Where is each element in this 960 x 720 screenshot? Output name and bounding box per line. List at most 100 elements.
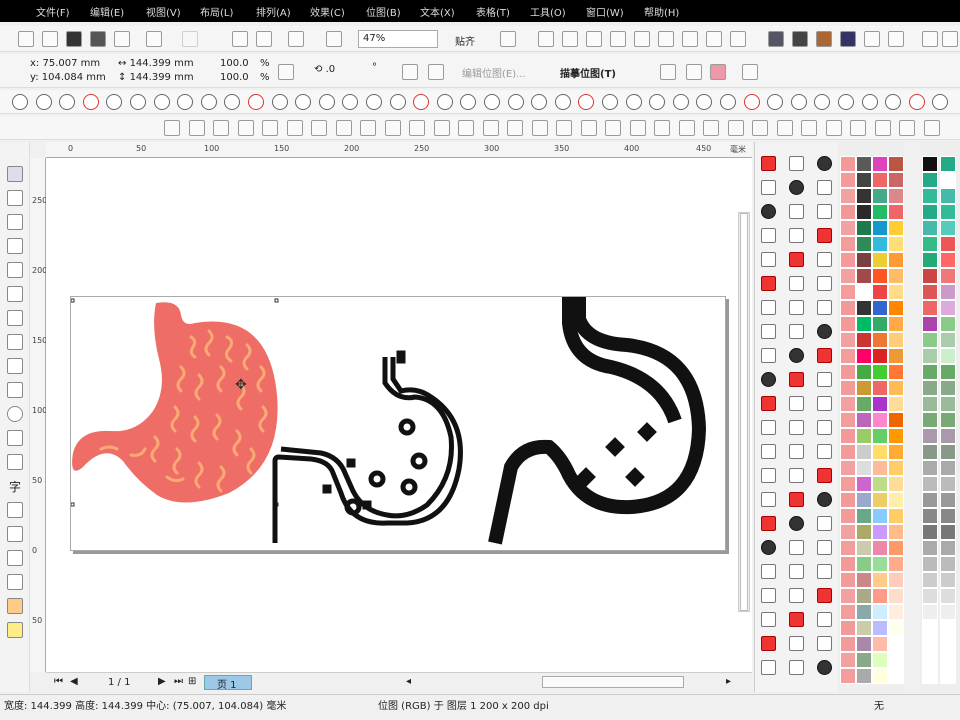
- export-icon[interactable]: [256, 31, 272, 47]
- color-swatch[interactable]: [872, 204, 888, 220]
- color-swatch[interactable]: [872, 220, 888, 236]
- rectangle-tool-icon[interactable]: [7, 382, 23, 398]
- app-launcher-icon[interactable]: [326, 31, 342, 47]
- interactive-fill-tool-icon[interactable]: [7, 598, 23, 614]
- custom-tool-icon[interactable]: [458, 120, 474, 136]
- custom-tool-icon[interactable]: [531, 120, 548, 136]
- docker-icon[interactable]: [817, 396, 832, 411]
- custom-tool-icon[interactable]: [188, 120, 205, 136]
- table-tool-icon[interactable]: [7, 502, 23, 518]
- custom-tool-icon[interactable]: [672, 94, 689, 110]
- color-swatch[interactable]: [922, 492, 938, 508]
- docker-icon[interactable]: [789, 204, 804, 219]
- docker-icon[interactable]: [789, 516, 804, 531]
- custom-tool-icon[interactable]: [366, 94, 382, 110]
- color-swatch[interactable]: [872, 636, 888, 652]
- color-swatch[interactable]: [940, 380, 956, 396]
- scroll-left-icon[interactable]: ◂: [406, 676, 411, 687]
- color-swatch[interactable]: [940, 316, 956, 332]
- color-swatch[interactable]: [856, 316, 872, 332]
- color-swatch[interactable]: [940, 492, 956, 508]
- docker-icon[interactable]: [817, 540, 832, 555]
- menu-view[interactable]: 视图(V): [146, 4, 181, 19]
- color-swatch[interactable]: [888, 492, 904, 508]
- custom-tool-icon[interactable]: [801, 120, 817, 136]
- color-swatch[interactable]: [872, 524, 888, 540]
- color-swatch[interactable]: [840, 460, 856, 476]
- custom-tool-icon[interactable]: [814, 94, 831, 110]
- color-swatch[interactable]: [888, 556, 904, 572]
- color-swatch[interactable]: [856, 332, 872, 348]
- color-swatch[interactable]: [872, 348, 888, 364]
- color-swatch[interactable]: [940, 348, 956, 364]
- custom-tool-icon[interactable]: [874, 120, 891, 136]
- color-swatch[interactable]: [940, 588, 956, 604]
- color-swatch[interactable]: [888, 476, 904, 492]
- color-swatch[interactable]: [940, 428, 956, 444]
- save-as-icon[interactable]: [90, 31, 106, 47]
- docker-icon[interactable]: [761, 444, 776, 459]
- color-swatch[interactable]: [840, 652, 856, 668]
- docker-icon[interactable]: [789, 372, 804, 387]
- color-swatch[interactable]: [872, 620, 888, 636]
- color-swatch[interactable]: [940, 188, 956, 204]
- color-swatch[interactable]: [856, 220, 872, 236]
- menu-window[interactable]: 窗口(W): [586, 4, 624, 19]
- color-swatch[interactable]: [888, 540, 904, 556]
- color-swatch[interactable]: [922, 236, 938, 252]
- custom-tool-icon[interactable]: [507, 120, 523, 136]
- color-swatch[interactable]: [888, 348, 904, 364]
- docker-icon[interactable]: [789, 324, 804, 339]
- color-swatch[interactable]: [856, 396, 872, 412]
- smart-fill-bucket-icon[interactable]: [7, 622, 23, 638]
- color-swatch[interactable]: [922, 556, 938, 572]
- color-swatch[interactable]: [888, 364, 904, 380]
- stomach-bold-icon[interactable]: [488, 297, 707, 545]
- color-swatch[interactable]: [888, 172, 904, 188]
- docker-icon[interactable]: [761, 564, 776, 579]
- docker-icon[interactable]: [789, 660, 804, 675]
- color-swatch[interactable]: [856, 604, 872, 620]
- color-swatch[interactable]: [922, 364, 938, 380]
- docker-icon[interactable]: [761, 636, 776, 651]
- docker-icon[interactable]: [789, 444, 804, 459]
- docker-icon[interactable]: [761, 348, 776, 363]
- color-swatch[interactable]: [940, 508, 956, 524]
- rotation-field[interactable]: .0: [326, 64, 336, 75]
- cube-icon[interactable]: [658, 31, 674, 47]
- custom-tool-icon[interactable]: [649, 94, 666, 110]
- custom-tool-icon[interactable]: [625, 94, 642, 110]
- custom-tool-icon[interactable]: [360, 120, 376, 136]
- color-swatch[interactable]: [872, 444, 888, 460]
- docker-icon[interactable]: [789, 420, 804, 435]
- custom-tool-icon[interactable]: [237, 120, 254, 136]
- color-swatch[interactable]: [940, 652, 956, 668]
- custom-tool-icon[interactable]: [318, 94, 335, 110]
- custom-tool-icon[interactable]: [433, 120, 450, 136]
- color-swatch[interactable]: [940, 364, 956, 380]
- save-icon[interactable]: [66, 31, 82, 47]
- color-swatch[interactable]: [888, 572, 904, 588]
- color-swatch[interactable]: [940, 396, 956, 412]
- docker-icon[interactable]: [817, 420, 832, 435]
- color-swatch[interactable]: [840, 172, 856, 188]
- custom-tool-icon[interactable]: [696, 94, 713, 110]
- color-swatch[interactable]: [888, 396, 904, 412]
- color-swatch[interactable]: [872, 460, 888, 476]
- custom-tool-icon[interactable]: [82, 94, 99, 110]
- import-icon[interactable]: [232, 31, 248, 47]
- color-swatch[interactable]: [940, 300, 956, 316]
- color-swatch[interactable]: [940, 636, 956, 652]
- combine-icon[interactable]: [586, 31, 602, 47]
- custom-tool-icon[interactable]: [838, 94, 854, 110]
- docker-icon[interactable]: [817, 276, 832, 291]
- color-swatch[interactable]: [840, 396, 856, 412]
- color-swatch[interactable]: [840, 636, 856, 652]
- color-swatch[interactable]: [922, 428, 938, 444]
- color-swatch[interactable]: [872, 588, 888, 604]
- color-swatch[interactable]: [940, 284, 956, 300]
- wrap-text-icon[interactable]: [742, 64, 758, 80]
- color-swatch[interactable]: [840, 620, 856, 636]
- color-swatch[interactable]: [856, 668, 872, 684]
- docker-icon[interactable]: [761, 276, 776, 291]
